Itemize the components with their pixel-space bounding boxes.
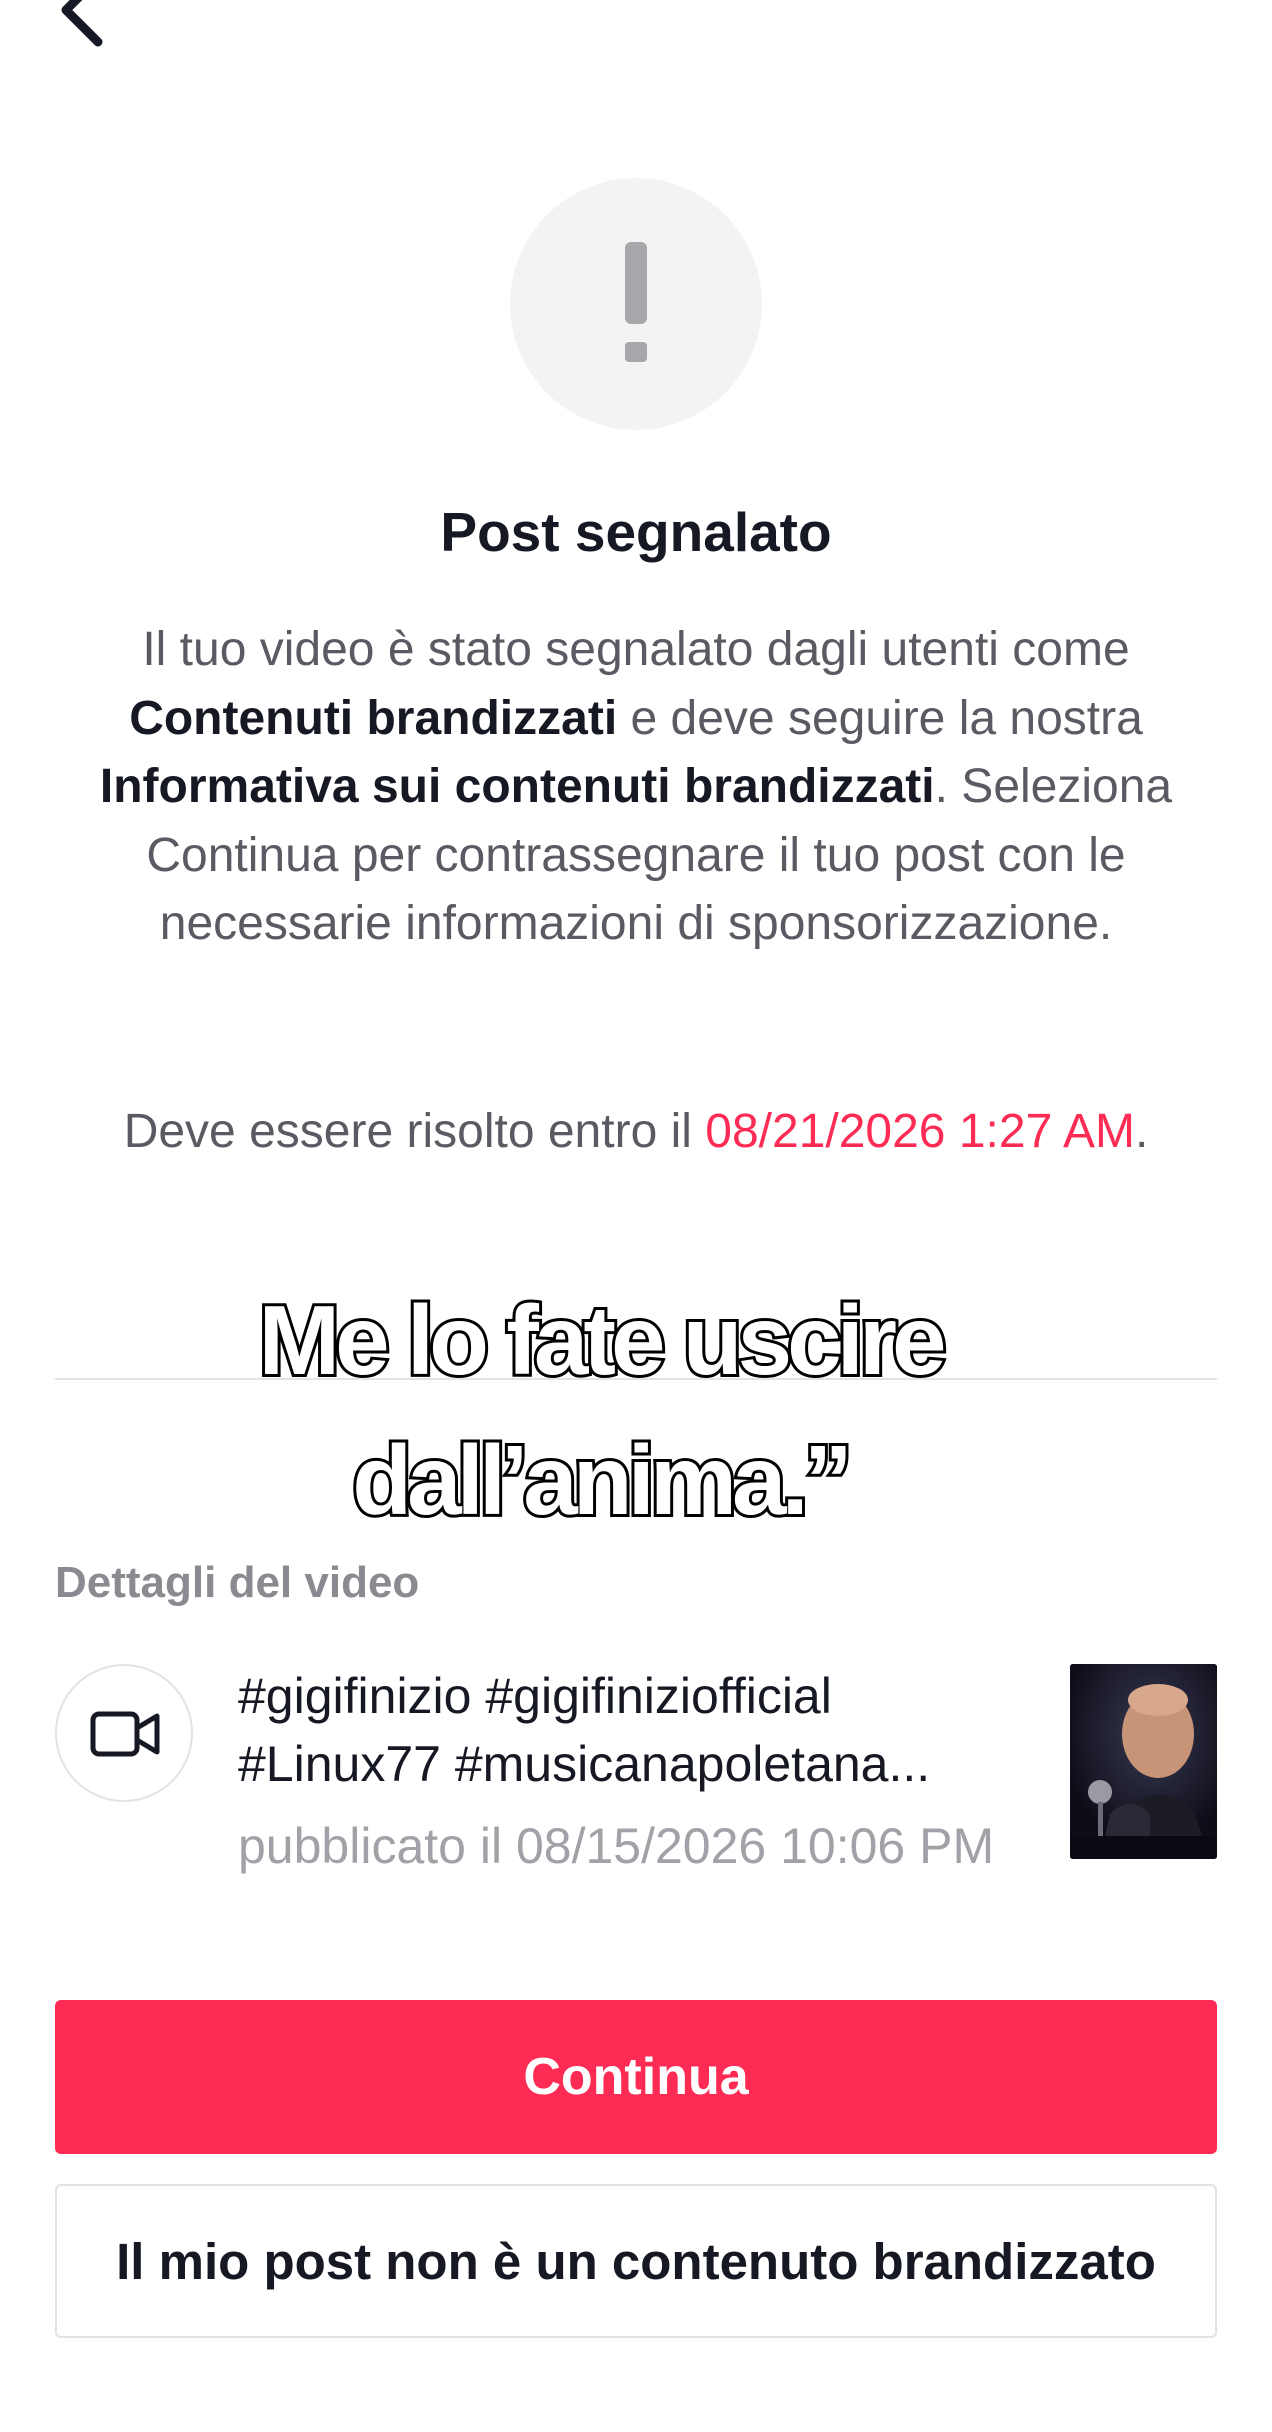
branded-content-link: Contenuti brandizzati (129, 691, 618, 745)
back-arrow-icon[interactable] (58, 0, 138, 50)
overlay-caption-text: Me lo fate uscire dall’anima.” (256, 1282, 950, 1538)
not-branded-content-button[interactable]: Il mio post non è un contenuto brandizza… (55, 2184, 1217, 2338)
deadline-date: 08/21/2026 1:27 AM (705, 1105, 1135, 1158)
video-details-label: Dettagli del video (55, 1558, 420, 1607)
exclamation-icon (510, 178, 762, 430)
branded-content-policy-link[interactable]: Informativa sui contenuti brandizzati (100, 760, 935, 813)
resolution-deadline: Deve essere risolto entro il 08/21/2026 … (123, 1105, 1149, 1158)
video-caption: #gigifinizio #gigifiniziofficial #Linux7… (238, 1668, 931, 1792)
video-thumbnail[interactable] (1070, 1664, 1217, 1859)
page-title: Post segnalato (440, 501, 832, 563)
continue-button[interactable]: Continua (55, 2000, 1217, 2154)
video-published-date: pubblicato il 08/15/2026 10:06 PM (238, 1818, 995, 1874)
report-description: Il tuo video è stato segnalato dagli ute… (99, 623, 1173, 950)
video-camera-icon (55, 1664, 193, 1802)
